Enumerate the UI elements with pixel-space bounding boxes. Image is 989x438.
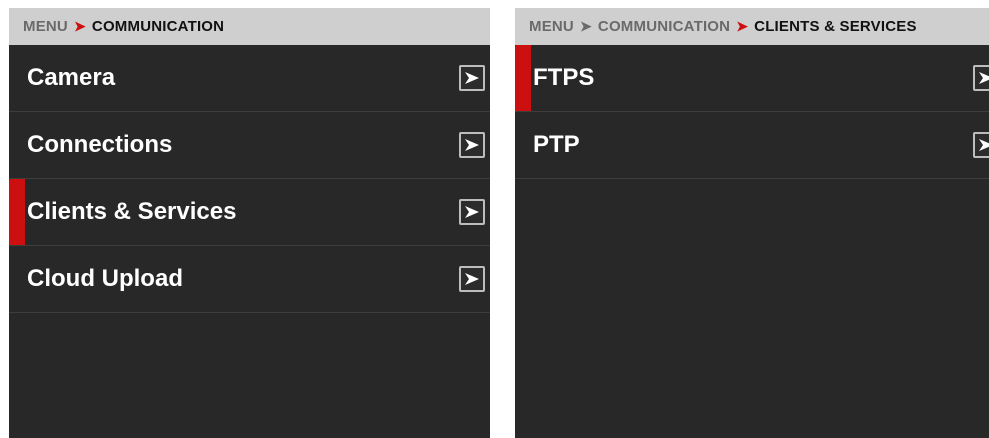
chevron-right-icon[interactable] <box>973 65 989 91</box>
menu-item-ftps[interactable]: FTPS <box>515 45 989 112</box>
menu-item-connections[interactable]: Connections <box>9 112 490 179</box>
chevron-right-icon[interactable] <box>973 132 989 158</box>
chevron-right-icon[interactable] <box>459 199 485 225</box>
menu-item-label: Cloud Upload <box>27 265 183 292</box>
menu-item-camera[interactable]: Camera <box>9 45 490 112</box>
breadcrumb-separator-icon: ➤ <box>736 18 749 34</box>
breadcrumb: MENU ➤ COMMUNICATION <box>9 8 490 45</box>
chevron-right-icon[interactable] <box>459 132 485 158</box>
communication-menu-panel: MENU ➤ COMMUNICATION Camera Connections … <box>9 8 490 438</box>
breadcrumb-clients-services: CLIENTS & SERVICES <box>754 18 917 35</box>
breadcrumb-separator-icon: ➤ <box>73 18 86 34</box>
breadcrumb-menu[interactable]: MENU <box>529 18 574 35</box>
breadcrumb-communication[interactable]: COMMUNICATION <box>598 18 730 35</box>
selection-indicator <box>515 45 531 111</box>
breadcrumb-communication: COMMUNICATION <box>91 18 225 35</box>
selection-indicator <box>9 179 25 245</box>
menu-item-cloud-upload[interactable]: Cloud Upload <box>9 246 490 313</box>
menu-item-label: FTPS <box>533 64 595 91</box>
breadcrumb-separator-icon: ➤ <box>579 18 592 34</box>
menu-item-label: Camera <box>27 64 116 91</box>
menu-item-label: PTP <box>533 131 580 158</box>
clients-services-menu-panel: MENU ➤ COMMUNICATION ➤ CLIENTS & SERVICE… <box>515 8 989 438</box>
chevron-right-icon[interactable] <box>459 266 485 292</box>
menu-item-clients-services[interactable]: Clients & Services <box>9 179 490 246</box>
breadcrumb: MENU ➤ COMMUNICATION ➤ CLIENTS & SERVICE… <box>515 8 989 45</box>
menu-item-label: Clients & Services <box>27 198 237 225</box>
breadcrumb-menu[interactable]: MENU <box>23 18 68 35</box>
chevron-right-icon[interactable] <box>459 65 485 91</box>
menu-item-ptp[interactable]: PTP <box>515 112 989 179</box>
menu-item-label: Connections <box>27 131 173 158</box>
